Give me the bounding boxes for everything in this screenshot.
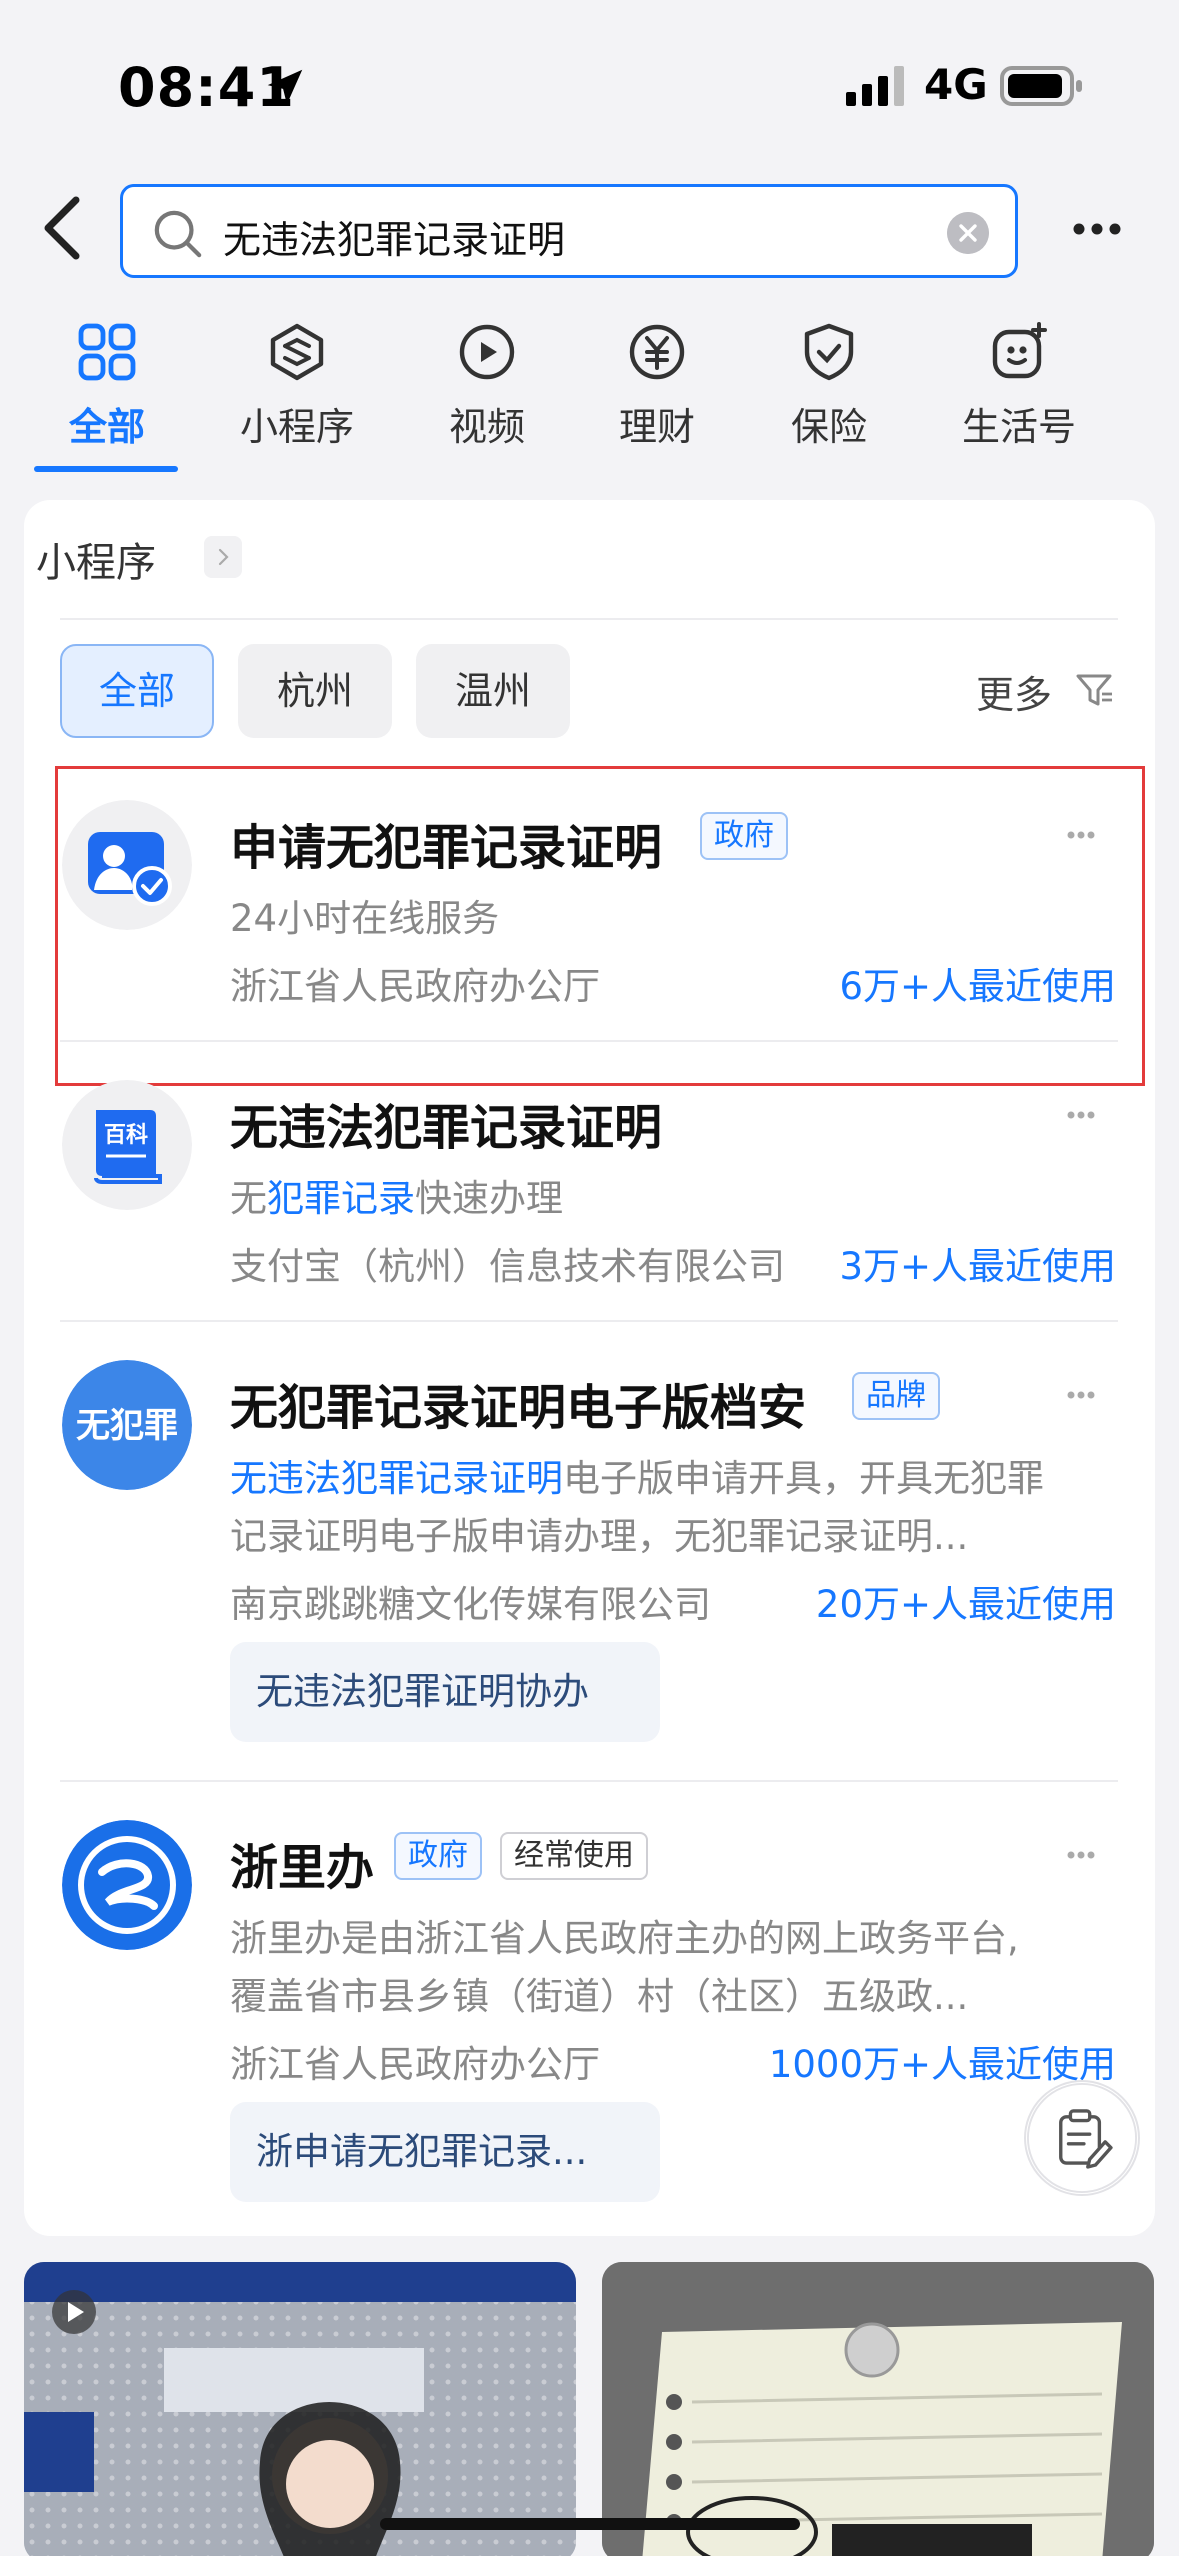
tab-label: 保险 (790, 405, 867, 449)
feedback-clipboard-icon[interactable] (1024, 2080, 1140, 2196)
tab-video[interactable]: 视频 (412, 316, 562, 451)
result-title: 无违法犯罪记录证明 (230, 1100, 663, 1156)
badge-government: 政府 (394, 1832, 482, 1880)
category-tabs: 全部 小程序 视频 理财 保险 生活号 (0, 316, 1179, 476)
video-thumbnail[interactable] (24, 2262, 576, 2556)
section-title: 小程序 (36, 540, 156, 586)
shield-check-icon (804, 323, 854, 381)
search-icon (154, 210, 202, 258)
page: 08:41 4G 无违法犯罪记录证明 全部 小程序 视频 理财 保险 生活号 小… (0, 0, 1179, 2556)
signal-icon (846, 66, 904, 106)
yen-icon (629, 324, 685, 380)
desc-keyword: 无违法犯罪记录证明 (230, 1457, 563, 1500)
location-arrow-icon (267, 69, 303, 105)
more-filter-button[interactable]: 更多 (976, 664, 1052, 719)
zheliban-logo-icon (62, 1820, 192, 1950)
result-desc-line2: 覆盖省市县乡镇（街道）村（社区）五级政... (230, 1975, 969, 2018)
home-indicator (380, 2518, 800, 2530)
item-more-icon[interactable] (1066, 1110, 1096, 1120)
desc-text: 无 (230, 1177, 267, 1220)
chevron-right-icon[interactable] (204, 536, 242, 578)
filter-chip-all[interactable]: 全部 (60, 644, 214, 738)
result-desc: 无违法犯罪记录证明电子版申请开具，开具无犯罪 (230, 1448, 1044, 1502)
tab-label: 全部 (68, 405, 145, 449)
desc-keyword: 犯罪记录 (267, 1177, 415, 1220)
item-more-icon[interactable] (1066, 1850, 1096, 1860)
result-usage: 3万+人最近使用 (839, 1245, 1116, 1288)
result-org: 浙江省人民政府办公厅 (230, 2043, 600, 2086)
battery-icon (1000, 66, 1082, 106)
search-query: 无违法犯罪记录证明 (223, 218, 566, 262)
desc-text: 电子版申请开具，开具无犯罪 (563, 1457, 1044, 1500)
logo-text: 百科 (104, 1123, 148, 1148)
divider (60, 1320, 1118, 1322)
result-org: 南京跳跳糖文化传媒有限公司 (230, 1583, 711, 1626)
tab-insurance[interactable]: 保险 (754, 316, 904, 451)
service-link[interactable]: 无违法犯罪证明协办 (230, 1642, 660, 1742)
tab-mini-program[interactable]: 小程序 (222, 316, 372, 451)
highlight-box (55, 766, 1145, 1086)
service-link[interactable]: 浙申请无犯罪记录... (230, 2102, 660, 2202)
result-usage: 1000万+人最近使用 (768, 2043, 1116, 2086)
desc-text: 快速办理 (415, 1177, 563, 1220)
search-input[interactable]: 无违法犯罪记录证明 (120, 184, 1018, 278)
tab-label: 视频 (448, 405, 525, 449)
result-desc-line2: 记录证明电子版申请办理，无犯罪记录证明... (230, 1515, 969, 1558)
encyclopedia-book-icon: 百科 (62, 1080, 192, 1210)
video-thumbnail-image (602, 2262, 1154, 2556)
tab-finance[interactable]: 理财 (582, 316, 732, 451)
tab-label: 小程序 (239, 405, 354, 449)
result-desc: 浙里办是由浙江省人民政府主办的网上政务平台, (230, 1917, 1019, 1960)
result-org: 支付宝（杭州）信息技术有限公司 (230, 1245, 785, 1288)
mini-program-icon (270, 323, 324, 381)
no-crime-logo-icon: 无犯罪 (62, 1360, 192, 1490)
logo-text: 无犯罪 (76, 1406, 178, 1446)
video-thumbnail[interactable] (602, 2262, 1154, 2556)
result-usage: 20万+人最近使用 (815, 1583, 1116, 1626)
result-title: 无犯罪记录证明电子版档安 (230, 1380, 807, 1436)
life-account-icon (992, 322, 1047, 379)
result-title: 浙里办 (230, 1840, 375, 1896)
video-thumbnail-image (24, 2262, 576, 2556)
tab-life-account[interactable]: 生活号 (944, 316, 1094, 451)
status-bar: 08:41 4G (0, 0, 1179, 160)
network-type: 4G (924, 60, 988, 109)
tab-label: 理财 (618, 405, 695, 449)
back-icon[interactable] (40, 196, 84, 260)
item-more-icon[interactable] (1066, 1390, 1096, 1400)
filter-chip-hangzhou[interactable]: 杭州 (238, 644, 392, 738)
divider (60, 1780, 1118, 1782)
tab-all[interactable]: 全部 (32, 316, 182, 451)
filter-icon[interactable] (1074, 670, 1114, 710)
grid-icon (78, 323, 136, 381)
tab-label: 生活号 (961, 405, 1076, 449)
badge-brand: 品牌 (852, 1372, 940, 1420)
play-icon (459, 324, 515, 380)
clear-icon[interactable] (947, 212, 989, 254)
badge-frequently-used: 经常使用 (500, 1832, 648, 1880)
more-options-icon[interactable] (1072, 222, 1122, 236)
result-desc: 无犯罪记录快速办理 (230, 1168, 563, 1222)
filter-chip-wenzhou[interactable]: 温州 (416, 644, 570, 738)
divider (60, 618, 1118, 620)
active-tab-indicator (34, 466, 178, 472)
